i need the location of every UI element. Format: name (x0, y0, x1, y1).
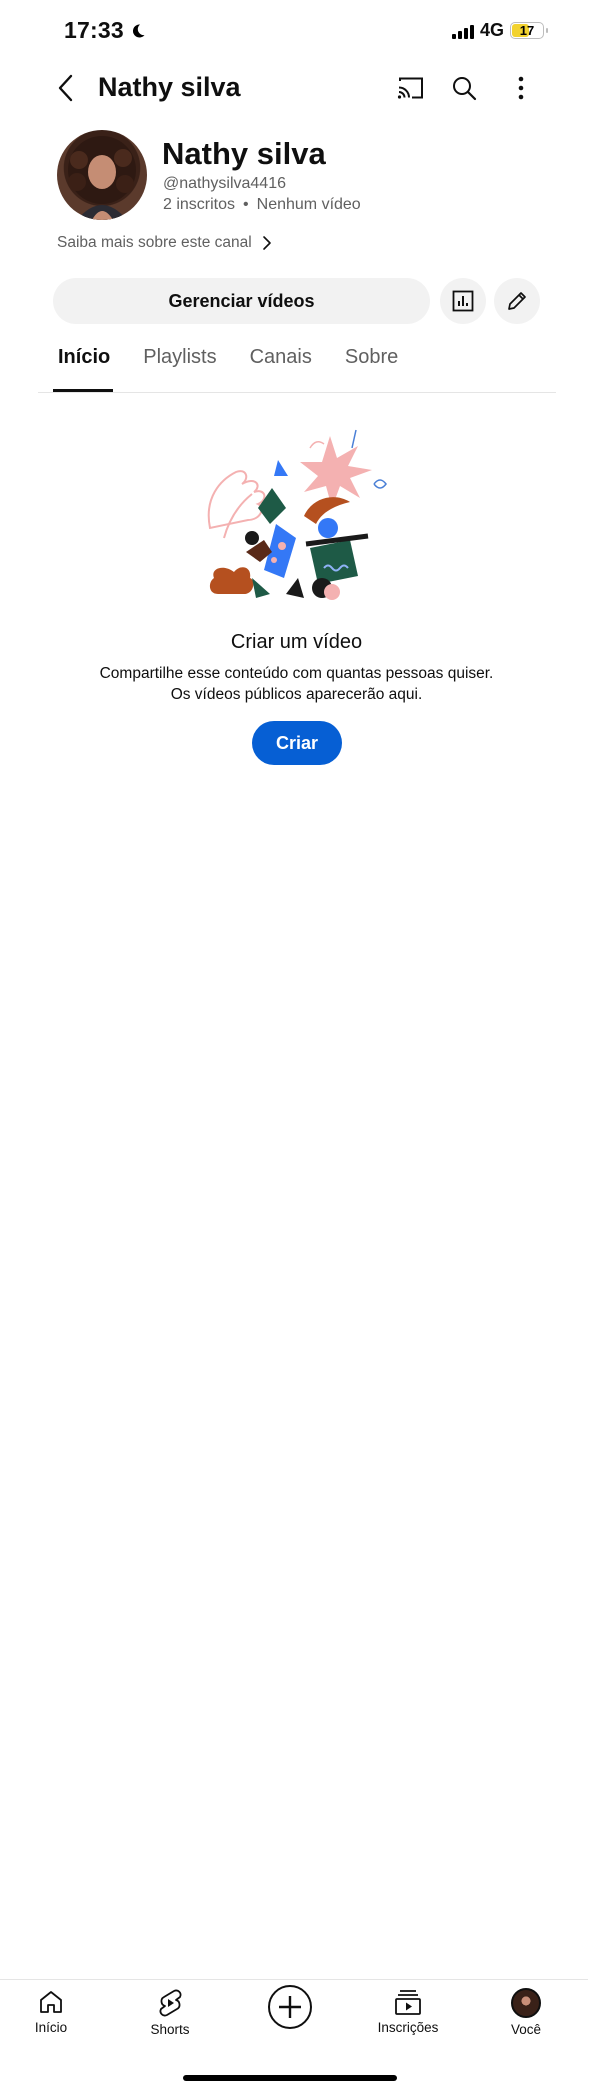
channel-stats: 2 inscritos • Nenhum vídeo (163, 196, 361, 214)
cast-icon (397, 77, 423, 99)
channel-tabs: Início Playlists Canais Sobre (53, 346, 431, 369)
nav-create[interactable] (240, 1984, 340, 2030)
home-icon (40, 1991, 62, 2013)
tab-channels[interactable]: Canais (250, 346, 312, 369)
nav-you[interactable]: Você (476, 1988, 576, 2037)
channel-avatar[interactable] (57, 130, 147, 220)
subscriptions-icon (395, 1990, 421, 2015)
add-circle-icon (268, 1985, 312, 2029)
back-button[interactable] (50, 70, 82, 106)
manage-videos-button[interactable]: Gerenciar vídeos (53, 278, 430, 324)
create-video-illustration (207, 429, 387, 600)
bottom-nav-divider (0, 1979, 588, 1980)
shorts-icon (159, 1989, 182, 2017)
nav-subscriptions[interactable]: Inscrições (358, 1988, 458, 2035)
moon-icon (133, 24, 145, 38)
you-avatar (511, 1988, 541, 2018)
battery-level: 17 (519, 23, 535, 38)
tab-playlists[interactable]: Playlists (143, 346, 216, 369)
status-time: 17:33 (64, 17, 146, 44)
nav-home-label: Início (34, 2020, 68, 2035)
about-link-label: Saiba mais sobre este canal (57, 234, 252, 251)
search-icon (453, 77, 477, 101)
home-indicator (183, 2075, 397, 2081)
nav-shorts[interactable]: Shorts (120, 1988, 220, 2037)
tab-about[interactable]: Sobre (345, 346, 398, 369)
analytics-icon (452, 290, 474, 312)
nav-shorts-label: Shorts (150, 2022, 190, 2037)
tab-home[interactable]: Início (58, 346, 110, 369)
channel-about-link[interactable]: Saiba mais sobre este canal (57, 234, 272, 252)
nav-subscriptions-label: Inscrições (377, 2020, 439, 2035)
edit-channel-button[interactable] (494, 278, 540, 324)
header-title: Nathy silva (98, 72, 241, 102)
more-vertical-icon (518, 76, 524, 100)
status-indicators: 4G 17 (451, 20, 548, 41)
back-arrow-icon (58, 74, 73, 102)
battery-icon: 17 (510, 22, 548, 39)
chevron-right-icon (262, 236, 271, 250)
signal-icon (451, 23, 474, 39)
empty-state-line-1: Compartilhe esse conteúdo com quantas pe… (99, 665, 494, 682)
analytics-button[interactable] (440, 278, 486, 324)
tabs-divider (38, 392, 556, 393)
video-count: Nenhum vídeo (256, 196, 361, 213)
empty-state-line-2: Os vídeos públicos aparecerão aqui. (170, 686, 423, 703)
channel-name: Nathy silva (162, 136, 326, 171)
empty-state-title: Criar um vídeo (230, 631, 363, 653)
avatar-photo (68, 136, 136, 220)
channel-handle: @nathysilva4416 (163, 175, 286, 192)
cast-button[interactable] (393, 70, 429, 106)
empty-state-description: Compartilhe esse conteúdo com quantas pe… (0, 663, 593, 705)
nav-home[interactable]: Início (1, 1988, 101, 2035)
search-button[interactable] (446, 70, 482, 106)
subscriber-count: 2 inscritos (163, 196, 236, 213)
network-label: 4G (479, 20, 504, 40)
pencil-icon (508, 292, 526, 310)
more-options-button[interactable] (506, 70, 536, 106)
nav-you-label: Você (510, 2022, 542, 2037)
meta-separator: • (243, 196, 249, 213)
create-button[interactable]: Criar (252, 721, 342, 765)
